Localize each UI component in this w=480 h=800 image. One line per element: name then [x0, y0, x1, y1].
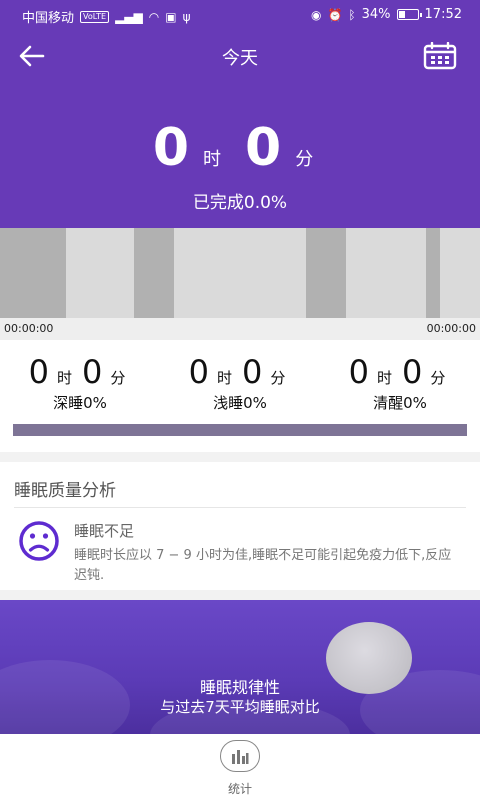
- sleep-breakdown-card: 0 时 0 分 深睡0% 0 时 0 分 浅睡0% 0 时 0 分 清醒0%: [0, 340, 480, 452]
- quality-heading: 睡眠不足: [74, 522, 135, 540]
- chart-end-time: 00:00:00: [426, 322, 476, 335]
- banner-title: 睡眠规律性: [199, 678, 280, 697]
- total-hours: 0: [152, 118, 189, 178]
- alarm-icon: ⏰: [327, 7, 343, 22]
- minute-unit: 分: [295, 149, 314, 170]
- stage-segment-light: [174, 228, 306, 318]
- stage-segment-light: [346, 228, 426, 318]
- battery-icon: [396, 9, 422, 20]
- deep-hours: 0: [28, 353, 49, 391]
- battery-percent: 34%: [361, 7, 391, 22]
- nav-stats-label: 统计: [227, 782, 252, 796]
- nav-stats[interactable]: 统计: [210, 740, 270, 797]
- carrier-label: 中国移动: [22, 11, 75, 26]
- awake-minute-unit: 分: [430, 369, 446, 387]
- sleep-stage-chart: 00:00:00 00:00:00: [0, 228, 480, 340]
- deep-sleep-label: 深睡0%: [53, 394, 107, 412]
- volte-badge: VoLTE: [80, 10, 110, 23]
- status-bar: 中国移动 VoLTE ▂▄▆ ◠ ▣ ψ ◉ ⏰ ᛒ 34% 17:52: [0, 0, 480, 30]
- banner-subtitle: 与过去7天平均睡眠对比: [160, 698, 320, 716]
- total-minutes: 0: [245, 118, 282, 178]
- awake-minutes: 0: [402, 353, 423, 391]
- wifi-icon: ◠: [148, 9, 160, 24]
- awake-hours: 0: [348, 353, 369, 391]
- stage-segment-dark: [426, 228, 440, 318]
- stage-segment-light: [0, 228, 66, 318]
- sleep-quality-card: 睡眠质量分析 睡眠不足 睡眠时长应以 7 − 9 小时为佳,睡眠不足可能引起免疫…: [0, 462, 480, 590]
- deep-minute-unit: 分: [110, 369, 126, 387]
- completion-text: 已完成0.0%: [192, 193, 288, 213]
- app-notification-icon: ▣: [165, 9, 177, 24]
- header: 今天 0 时 0 分 已完成0.0%: [0, 30, 480, 228]
- eye-icon: ◉: [310, 7, 322, 22]
- light-minute-unit: 分: [270, 369, 286, 387]
- clock: 17:52: [424, 7, 462, 22]
- awake-stat: 0 时 0 分 清醒0%: [320, 354, 480, 413]
- page-title: 今天: [222, 48, 258, 69]
- chart-start-time: 00:00:00: [4, 322, 54, 335]
- light-sleep-stat: 0 时 0 分 浅睡0%: [160, 354, 320, 413]
- awake-label: 清醒0%: [373, 394, 427, 412]
- calendar-icon: [423, 42, 457, 70]
- sleep-ratio-bar: [13, 424, 467, 436]
- calendar-button[interactable]: [422, 40, 458, 72]
- signal-icon: ▂▄▆: [115, 9, 143, 24]
- stage-segment-light: [440, 228, 480, 318]
- stage-segment-dark: [134, 228, 174, 318]
- total-sleep-time: 0 时 0 分: [0, 122, 480, 174]
- bar-chart-icon: [220, 740, 260, 772]
- deep-sleep-stat: 0 时 0 分 深睡0%: [0, 354, 160, 413]
- usb-icon: ψ: [182, 9, 191, 24]
- bluetooth-icon: ᛒ: [348, 7, 356, 22]
- light-hour-unit: 时: [216, 369, 232, 387]
- light-hours: 0: [188, 353, 209, 391]
- stage-segment-dark: [306, 228, 346, 318]
- quality-title: 睡眠质量分析: [14, 481, 116, 501]
- light-sleep-label: 浅睡0%: [213, 394, 267, 412]
- divider: [14, 507, 466, 508]
- quality-description: 睡眠时长应以 7 − 9 小时为佳,睡眠不足可能引起免疫力低下,反应迟钝.: [74, 548, 452, 583]
- battery-fill: [398, 11, 406, 18]
- awake-hour-unit: 时: [376, 369, 392, 387]
- deep-minutes: 0: [82, 353, 103, 391]
- bottom-nav: 统计: [0, 734, 480, 800]
- sleep-regularity-banner[interactable]: 睡眠规律性 与过去7天平均睡眠对比: [0, 600, 480, 734]
- stage-segment-light: [66, 228, 134, 318]
- deep-hour-unit: 时: [56, 369, 72, 387]
- hour-unit: 时: [203, 149, 221, 170]
- sad-face-icon: [19, 521, 59, 561]
- light-minutes: 0: [242, 353, 263, 391]
